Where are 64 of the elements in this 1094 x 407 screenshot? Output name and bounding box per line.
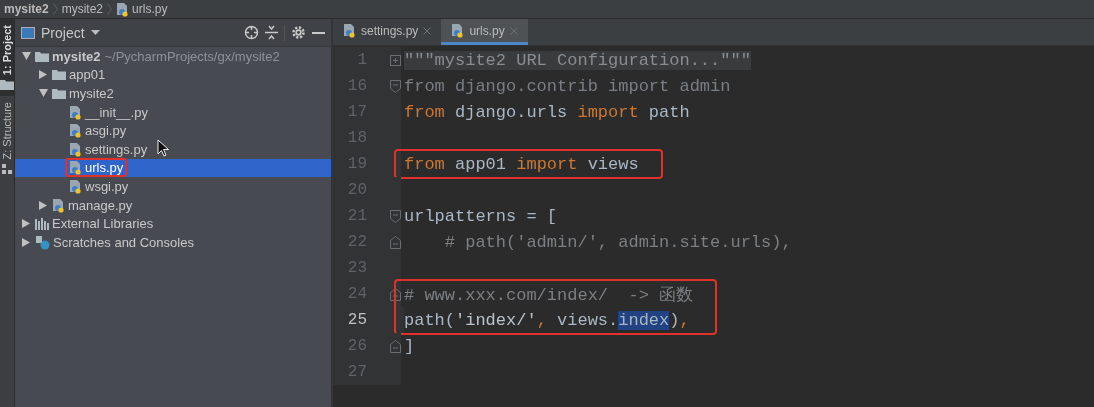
collapsed-arrow-icon[interactable]	[22, 219, 30, 229]
code-line: # www.xxx.com/index/ -> 函数	[403, 284, 694, 307]
collapsed-arrow-icon[interactable]	[39, 70, 47, 80]
tree-item[interactable]: manage.py	[15, 195, 331, 215]
chevron-icon	[52, 3, 58, 15]
code-line: urlpatterns = [	[403, 205, 558, 228]
python-file-icon	[69, 104, 82, 120]
python-file-icon	[69, 178, 82, 194]
code-line: from django.contrib import admin	[403, 75, 731, 98]
chevron-icon	[107, 3, 113, 15]
python-file-icon	[343, 23, 356, 38]
tree-item[interactable]: asgi.py	[15, 121, 331, 140]
structure-icon	[2, 163, 12, 174]
python-file-icon	[116, 1, 130, 17]
tree-item[interactable]: Scratches and Consoles	[15, 232, 331, 252]
settings-icon[interactable]	[291, 25, 306, 40]
collapsed-arrow-icon[interactable]	[22, 237, 30, 247]
python-file-icon	[69, 160, 82, 176]
expanded-arrow-icon[interactable]	[21, 52, 31, 61]
window-icon	[21, 26, 35, 39]
editor-tab[interactable]: urls.py	[441, 19, 528, 45]
code-line: from app01 import views	[403, 153, 639, 176]
tool-window-tab[interactable]: 1: Project	[0, 19, 14, 97]
collapsed-arrow-icon[interactable]	[39, 200, 47, 210]
fold-start-icon[interactable]	[389, 209, 401, 223]
collapse-all-icon[interactable]	[265, 25, 278, 40]
fold-start-icon[interactable]	[389, 79, 401, 93]
code-line: path('index/', views.index),	[403, 309, 690, 332]
code-line: # path('admin/', admin.site.urls),	[443, 231, 792, 254]
locate-icon[interactable]	[244, 25, 259, 40]
library-icon	[35, 217, 49, 230]
tree-item[interactable]: wsgi.py	[15, 177, 331, 196]
tree-item[interactable]: mysite2 ~/PycharmProjects/gx/mysite2	[15, 47, 331, 66]
project-view-dropdown[interactable]: Project	[21, 24, 100, 41]
tree-item[interactable]: settings.py	[15, 139, 331, 159]
python-file-icon	[52, 197, 65, 213]
fold-plus-icon[interactable]	[389, 54, 401, 66]
folder-icon	[0, 79, 14, 91]
code-line: ]	[403, 335, 415, 358]
fold-end-icon[interactable]	[389, 339, 401, 353]
tree-item[interactable]: urls.py	[15, 158, 331, 178]
scratch-icon	[35, 234, 50, 250]
expanded-arrow-icon[interactable]	[38, 89, 48, 98]
folder-icon	[52, 88, 66, 99]
editor-tab[interactable]: settings.py	[333, 19, 442, 45]
breadcrumb-item[interactable]: mysite2	[61, 2, 104, 16]
breadcrumb-item[interactable]: mysite2	[4, 2, 49, 16]
fold-end-icon[interactable]	[389, 287, 401, 301]
python-file-icon	[69, 141, 82, 157]
code-line: from django.urls import path	[403, 101, 690, 124]
tool-window-tab[interactable]: Z: Structure	[0, 96, 14, 180]
tree-item[interactable]: External Libraries	[15, 214, 331, 233]
python-file-icon	[69, 123, 82, 139]
folder-icon	[52, 69, 66, 81]
mouse-pointer-icon	[157, 139, 169, 157]
folder-icon	[35, 50, 49, 62]
python-file-icon	[451, 23, 465, 38]
tree-item[interactable]: __init__.py	[15, 102, 331, 122]
breadcrumb-item[interactable]: urls.py	[116, 1, 168, 17]
caret-icon	[90, 30, 100, 35]
tree-item[interactable]: app01	[15, 65, 331, 85]
tree-item[interactable]: mysite2	[15, 84, 331, 103]
fold-end-icon[interactable]	[389, 235, 401, 249]
line-number: 25	[346, 311, 367, 329]
